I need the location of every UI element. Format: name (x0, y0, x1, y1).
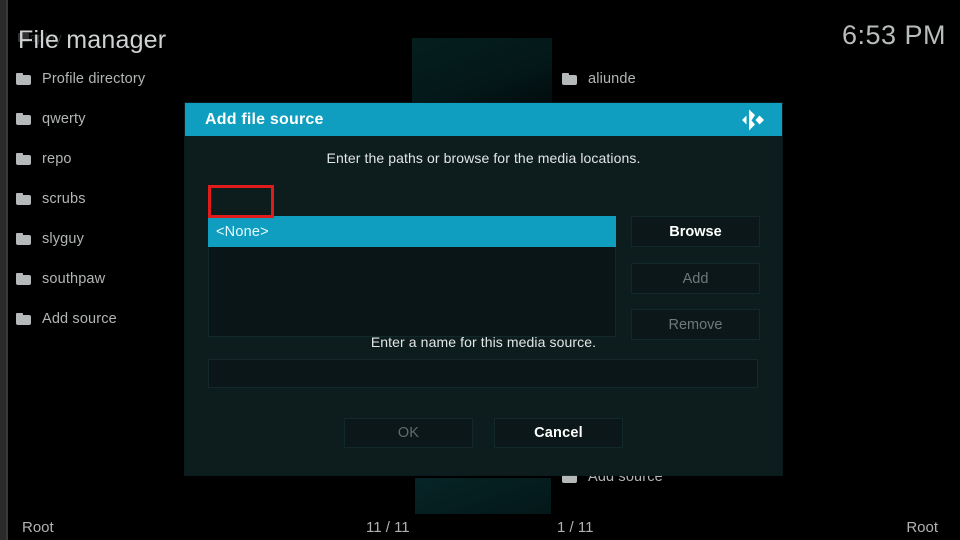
dialog-title: Add file source (205, 110, 324, 128)
page-title: File manager (18, 26, 167, 54)
browse-button[interactable]: Browse (631, 216, 760, 247)
remove-button-label: Remove (668, 316, 723, 333)
background-thumbnail-panel-lower (415, 478, 551, 514)
status-bar: Root 11 / 11 1 / 11 Root (0, 510, 960, 540)
list-item-label: scrubs (42, 191, 86, 207)
folder-icon (16, 113, 31, 125)
list-item[interactable]: qwerty (16, 106, 86, 132)
list-item[interactable]: slyguy (16, 226, 84, 252)
kodi-logo-icon (742, 109, 764, 130)
dialog-body: Enter the paths or browse for the media … (185, 136, 782, 475)
source-name-input[interactable] (208, 359, 758, 388)
status-right-count: 1 / 11 (557, 519, 594, 536)
paths-hint-label: Enter the paths or browse for the media … (326, 150, 641, 166)
clock: 6:53 PM (841, 20, 946, 50)
folder-icon (16, 73, 31, 85)
list-item-label: repo (42, 151, 72, 167)
folder-icon (562, 73, 577, 85)
list-item-label: southpaw (42, 271, 106, 287)
name-hint-label: Enter a name for this media source. (370, 334, 597, 350)
list-item[interactable]: Add source (16, 306, 117, 332)
path-list-item-label: <None> (216, 223, 269, 240)
list-item[interactable]: Profile directory (16, 66, 145, 92)
list-item-label: Add source (42, 311, 117, 327)
status-left-path: Root (22, 519, 54, 536)
folder-icon (16, 313, 31, 325)
list-item-label: aliunde (588, 71, 636, 87)
add-button-label: Add (682, 270, 709, 287)
folder-icon (16, 193, 31, 205)
list-item-label: Profile directory (42, 71, 146, 87)
folder-icon (16, 153, 31, 165)
background-thumbnail-panel (412, 38, 552, 106)
add-button[interactable]: Add (631, 263, 760, 294)
cancel-button-label: Cancel (534, 425, 583, 441)
ok-button-label: OK (397, 425, 420, 441)
add-file-source-dialog: Add file source Enter the paths or brows… (185, 103, 782, 475)
browse-button-label: Browse (669, 223, 722, 240)
list-item-label: qwerty (42, 111, 86, 127)
cancel-button[interactable]: Cancel (494, 418, 623, 448)
ok-button[interactable]: OK (344, 418, 473, 448)
status-right-path: Root (906, 519, 938, 536)
kodi-screen: aaplay File manager 6:53 PM Profile dire… (0, 0, 960, 540)
list-item[interactable]: aliunde (562, 66, 636, 92)
path-list-item-selected[interactable]: <None> (208, 216, 616, 247)
list-item[interactable]: southpaw (16, 266, 105, 292)
left-edge-rail (0, 0, 8, 540)
dialog-header: Add file source (185, 103, 782, 136)
folder-icon (16, 233, 31, 245)
folder-icon (16, 273, 31, 285)
list-item-label: slyguy (42, 231, 84, 247)
list-item[interactable]: scrubs (16, 186, 86, 212)
list-item[interactable]: repo (16, 146, 72, 172)
status-left-count: 11 / 11 (366, 519, 410, 536)
